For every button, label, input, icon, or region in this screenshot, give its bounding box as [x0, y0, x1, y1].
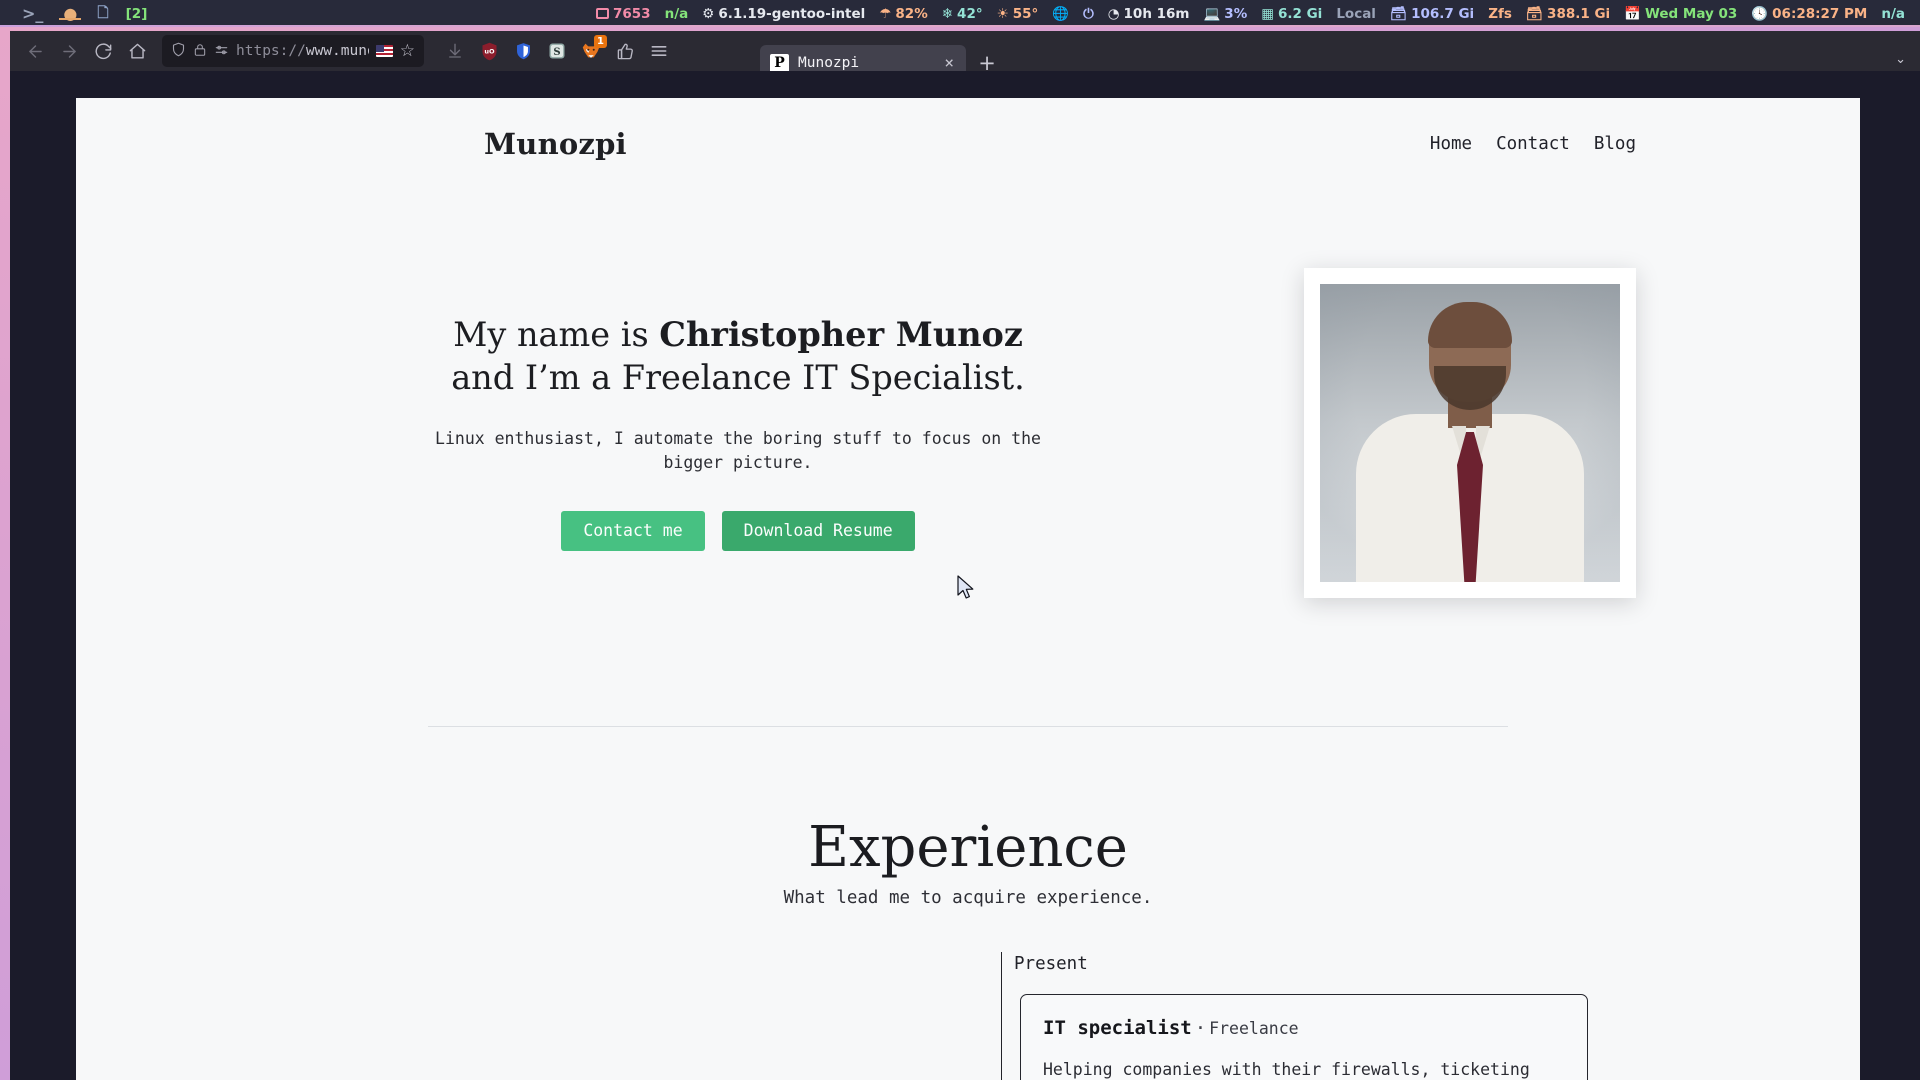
back-button[interactable]	[18, 34, 52, 68]
site-navigation: Home Contact Blog	[1430, 134, 1636, 154]
temperature-high-indicator: ☀ 55°	[996, 5, 1039, 22]
ram-icon: ▦	[1261, 5, 1274, 22]
foxyproxy-icon[interactable]: 1	[574, 34, 608, 68]
hero-section: My name is Christopher Munoz and I’m a F…	[76, 190, 1860, 598]
translate-flag-icon[interactable]	[375, 45, 393, 57]
hero-title-prefix: My name is	[453, 315, 660, 354]
sun-icon: ☀	[996, 5, 1009, 22]
app-menu-icon[interactable]	[642, 34, 676, 68]
calendar-icon: 📅	[1624, 5, 1641, 22]
cpu-indicator: 💻 3%	[1203, 5, 1248, 22]
experience-timeline: Present IT specialist · Freelance Helping …	[1001, 951, 1613, 1080]
power-icon: ⏻	[1083, 5, 1094, 22]
date-indicator: 📅 Wed May 03	[1624, 5, 1738, 22]
lock-icon[interactable]	[193, 42, 207, 61]
downloads-icon[interactable]	[438, 34, 472, 68]
memory-icon	[596, 8, 609, 19]
portrait-beard	[1434, 366, 1506, 410]
url-scheme: https://	[236, 43, 306, 59]
forward-button[interactable]	[52, 34, 86, 68]
reload-button[interactable]	[86, 34, 120, 68]
local-disk-label: Local	[1336, 5, 1376, 22]
extensions-toolbar: uO S 1	[438, 34, 676, 68]
portrait-hair	[1428, 302, 1512, 348]
zfs-label: Zfs	[1488, 5, 1512, 22]
experience-heading: Experience	[808, 815, 1128, 880]
clock-icon: ◔	[1107, 5, 1120, 22]
experience-entry-role: IT specialist · Freelance	[1043, 1017, 1565, 1039]
svg-text:S: S	[553, 47, 560, 58]
home-button[interactable]	[120, 34, 154, 68]
address-bar[interactable]: https://www.munozpi ☆	[162, 35, 424, 67]
zfs-disk-indicator: 🗃 388.1 Gi	[1525, 5, 1611, 22]
network-status: n/a	[664, 5, 689, 22]
system-status-bar: >_ ● 🗋 [2] 7653 n/a ⚙ 6.1.19-gentoo-inte…	[0, 0, 1920, 27]
workspace-indicator[interactable]: [2]	[119, 0, 155, 27]
trailing-status: n/a	[1881, 5, 1905, 22]
nav-link-blog[interactable]: Blog	[1594, 134, 1636, 154]
humidity-indicator: ☂ 82%	[879, 5, 928, 22]
hero-subtitle: Linux enthusiast, I automate the boring …	[435, 428, 1041, 472]
stylus-icon[interactable]: S	[540, 34, 574, 68]
time-indicator: 🕓 06:28:27 PM	[1751, 5, 1868, 22]
clock-icon: 🕓	[1751, 5, 1769, 22]
portrait-photo	[1320, 284, 1620, 582]
foxyproxy-badge: 1	[594, 35, 607, 48]
hero-actions: Contact me Download Resume	[428, 510, 1048, 552]
download-resume-button[interactable]: Download Resume	[721, 510, 915, 552]
experience-role-separator: ·	[1194, 1016, 1207, 1039]
thumbs-up-icon[interactable]	[608, 34, 642, 68]
hero-photo-wrapper	[1304, 242, 1636, 598]
globe-icon: 🌐	[1052, 5, 1070, 22]
kernel-indicator: ⚙ 6.1.19-gentoo-intel	[702, 5, 866, 22]
experience-subheading: What lead me to acquire experience.	[783, 887, 1153, 908]
local-disk-indicator: 🗃 106.7 Gi	[1389, 5, 1475, 22]
window-accent-left	[0, 27, 10, 1080]
hero-title-name: Christopher Munoz	[659, 315, 1023, 354]
nav-link-contact[interactable]: Contact	[1496, 134, 1570, 154]
disk-icon: 🗃	[1525, 5, 1544, 22]
url-host: www.munozpi	[305, 43, 369, 59]
kernel-icon: ⚙	[702, 5, 715, 22]
temperature-low-indicator: ❄ 42°	[941, 5, 983, 22]
site-header: Munozpi Home Contact Blog	[76, 98, 1860, 190]
statusbar-right: 7653 n/a ⚙ 6.1.19-gentoo-intel ☂ 82% ❄ 4…	[589, 0, 1920, 27]
bookmark-star-icon[interactable]: ☆	[400, 41, 415, 61]
disk-icon: 🗃	[1389, 5, 1408, 22]
svg-text:uO: uO	[484, 47, 495, 55]
experience-entry-card[interactable]: IT specialist · Freelance Helping companie…	[1020, 993, 1588, 1080]
terminal-icon[interactable]: >_	[12, 4, 53, 23]
cold-face-icon: ❄	[941, 5, 954, 22]
hero-copy: My name is Christopher Munoz and I’m a F…	[428, 242, 1048, 598]
statusbar-left: >_ ● 🗋 [2]	[0, 0, 154, 27]
experience-entry-description: Helping companies with their firewalls, …	[1043, 1059, 1530, 1079]
bitwarden-icon[interactable]	[506, 34, 540, 68]
umbrella-icon: ☂	[879, 5, 892, 22]
browser-viewport: Munozpi Home Contact Blog My name is Chr…	[10, 71, 1920, 1080]
section-divider	[428, 726, 1508, 727]
experience-company: Freelance	[1209, 1018, 1299, 1038]
firefox-icon[interactable]: ●	[53, 4, 87, 23]
site-logo[interactable]: Munozpi	[484, 127, 627, 161]
ram-indicator: ▦ 6.2 Gi	[1261, 5, 1323, 22]
navigation-toolbar: https://www.munozpi ☆ uO S 1	[10, 31, 1920, 71]
portrait-frame	[1304, 268, 1636, 598]
nav-link-home[interactable]: Home	[1430, 134, 1472, 154]
document-icon[interactable]: 🗋	[87, 2, 118, 26]
hero-title-suffix: and I’m a Freelance IT Specialist.	[451, 357, 1025, 397]
memory-usage-indicator: 7653	[589, 0, 658, 27]
browser-window: P Munozpi × + ⌄ https://www.mun ☆ uO S 1…	[0, 27, 1920, 1080]
monitor-icon: 💻	[1203, 5, 1221, 22]
contact-me-button[interactable]: Contact me	[561, 510, 705, 552]
url-text[interactable]: https://www.munozpi	[236, 43, 369, 59]
experience-role-title: IT specialist	[1043, 1016, 1192, 1039]
timeline-label-present: Present	[1014, 953, 1088, 974]
hero-title: My name is Christopher Munoz and I’m a F…	[428, 314, 1048, 400]
shield-icon[interactable]	[171, 42, 186, 61]
ublock-origin-icon[interactable]: uO	[472, 34, 506, 68]
uptime-indicator: ◔ 10h 16m	[1107, 5, 1190, 22]
experience-section: Experience What lead me to acquire exper…	[76, 815, 1860, 1080]
permissions-icon[interactable]	[214, 42, 229, 61]
web-page: Munozpi Home Contact Blog My name is Chr…	[76, 98, 1860, 1080]
